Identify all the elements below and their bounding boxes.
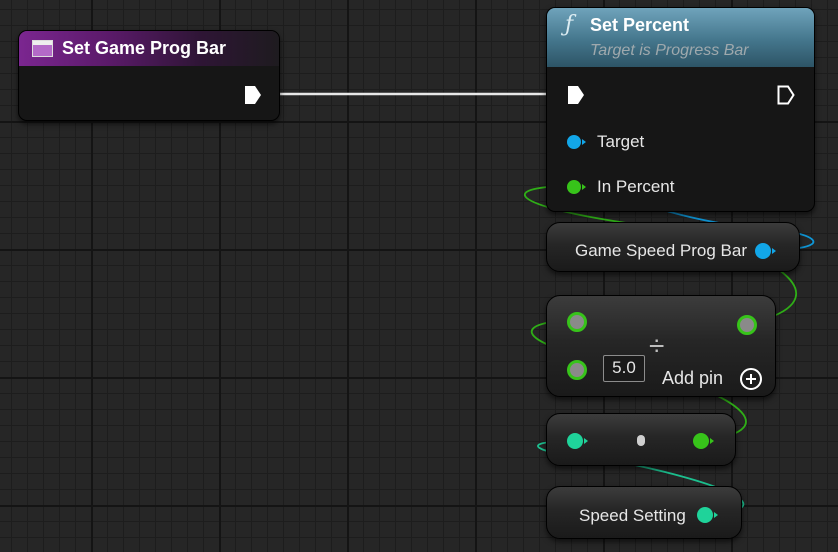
divide-input-a-pin[interactable] <box>566 311 588 333</box>
divide-output-pin[interactable] <box>736 314 758 336</box>
divide-operator: ÷ <box>649 330 665 361</box>
divide-input-b-pin[interactable] <box>566 359 588 381</box>
divide-node[interactable]: 5.0 ÷ Add pin <box>546 295 776 397</box>
conversion-output-pin[interactable] <box>692 432 716 450</box>
event-node-set-game-prog-bar[interactable]: Set Game Prog Bar <box>18 30 280 121</box>
variable-node-label: Game Speed Prog Bar <box>575 241 747 260</box>
function-node-title: Set Percent <box>590 15 690 35</box>
variable-node-game-speed-prog-bar[interactable]: Game Speed Prog Bar <box>546 222 800 272</box>
widget-icon <box>32 40 53 57</box>
conversion-node[interactable] <box>546 413 736 466</box>
conversion-dot-icon <box>637 435 645 446</box>
exec-output-pin[interactable] <box>244 85 262 105</box>
target-pin[interactable] <box>566 133 588 151</box>
function-f-icon: ƒ <box>565 12 574 37</box>
exec-output-pin[interactable] <box>777 85 795 105</box>
add-pin-label[interactable]: Add pin <box>662 368 723 389</box>
in-percent-pin[interactable] <box>566 178 588 196</box>
int-output-pin[interactable] <box>696 506 720 524</box>
event-node-title: Set Game Prog Bar <box>62 38 227 58</box>
add-circle-icon[interactable] <box>739 367 763 391</box>
variable-node-speed-setting[interactable]: Speed Setting <box>546 486 742 539</box>
function-node-subtitle: Target is Progress Bar <box>590 42 749 59</box>
divide-input-b-value[interactable]: 5.0 <box>603 355 645 382</box>
speed-setting-label: Speed Setting <box>579 506 686 525</box>
target-pin-label: Target <box>597 132 645 151</box>
conversion-input-pin[interactable] <box>566 432 590 450</box>
in-percent-pin-label: In Percent <box>597 177 675 196</box>
object-output-pin[interactable] <box>754 242 778 260</box>
function-node-set-percent[interactable]: ƒ Set Percent Target is Progress Bar Tar… <box>546 7 815 212</box>
exec-input-pin[interactable] <box>567 85 585 105</box>
